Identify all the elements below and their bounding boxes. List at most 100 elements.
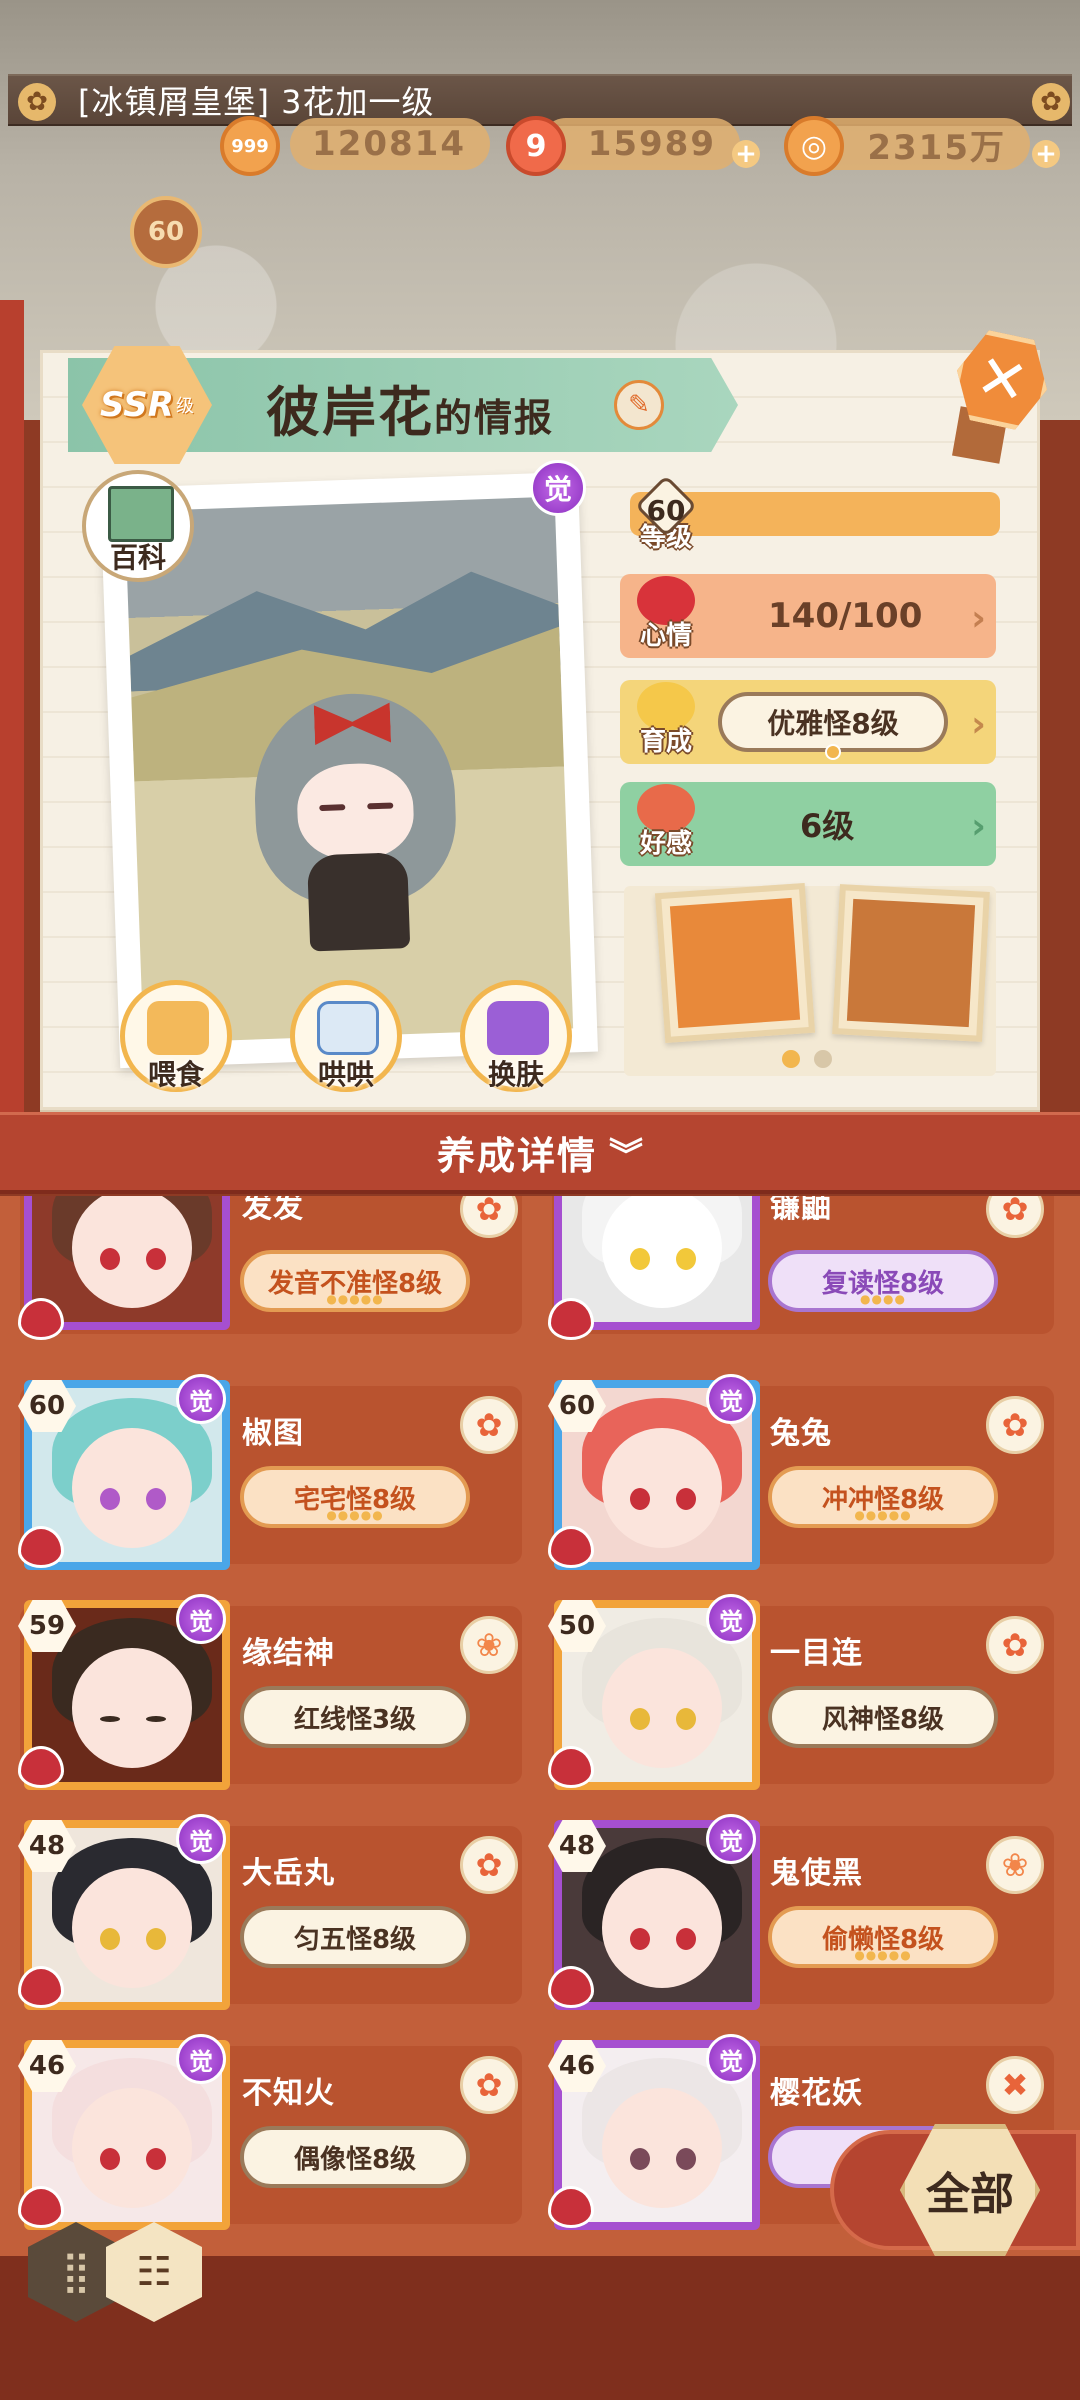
character-name: 一目连 — [770, 1636, 863, 1671]
resource-value-2: 15989 — [587, 124, 716, 164]
character-name: 大岳丸 — [242, 1856, 335, 1891]
character-name: 发发 — [242, 1196, 304, 1225]
affinity-badge: 好感 — [628, 784, 704, 860]
player-level-value: 60 — [147, 217, 185, 247]
heart-icon — [548, 1526, 594, 1568]
heart-icon — [548, 1746, 594, 1788]
encyclopedia-button[interactable]: 百科 — [82, 470, 194, 582]
cultivation-details-toggle[interactable]: 养成详情 ︾ — [0, 1112, 1080, 1194]
awaken-badge: 觉 — [176, 1814, 226, 1864]
add-resource-3-button[interactable]: + — [1032, 139, 1060, 169]
cookie-icon-count: 999 — [231, 135, 269, 157]
affinity-value: 6级 — [800, 807, 855, 845]
growth-value: 优雅怪8级 — [767, 707, 899, 740]
milk-carton-icon — [317, 1001, 379, 1055]
rarity-suffix: 级 — [175, 396, 194, 417]
character-name: 椒图 — [242, 1416, 304, 1451]
flower-icon[interactable]: ✿ — [986, 1396, 1044, 1454]
level-value: 60 — [646, 494, 686, 527]
awaken-badge: 觉 — [176, 2034, 226, 2084]
mood-value: 140/100 — [768, 596, 923, 636]
character-name-suffix: 的情报 — [434, 396, 555, 440]
title-pill: 红线怪3级 — [240, 1686, 470, 1748]
title-pill: 发音不准怪8级 ●●●●● — [240, 1250, 470, 1312]
flower-x-icon[interactable]: ✖ — [986, 2056, 1044, 2114]
title-pill: 风神怪8级 — [768, 1686, 998, 1748]
coin-icon: ◎ — [784, 116, 844, 176]
chevron-right-icon: › — [971, 704, 986, 745]
resource-value-1: 120814 — [312, 124, 466, 164]
item-card-frog[interactable] — [832, 884, 990, 1042]
growth-label: 育成 — [639, 727, 692, 757]
title-pill: 冲冲怪8级 ●●●●● — [768, 1466, 998, 1528]
character-sprite[interactable] — [240, 650, 470, 957]
chevron-right-icon: › — [971, 598, 986, 639]
title-pill: 偶像怪8级 — [240, 2126, 470, 2188]
heart-icon — [548, 1966, 594, 2008]
filter-all-label: 全部 — [926, 2169, 1014, 2220]
title-pill: 复读怪8级 ●●●● — [768, 1250, 998, 1312]
flower-bud-icon[interactable]: ❀ — [460, 1616, 518, 1674]
awaken-badge: 觉 — [706, 1814, 756, 1864]
flower-icon[interactable]: ✿ — [460, 2056, 518, 2114]
resource-bar-2: 15989 — [540, 118, 740, 170]
flower-icon[interactable]: ✿ — [460, 1836, 518, 1894]
book-icon — [108, 486, 174, 542]
character-name: 兔兔 — [770, 1416, 832, 1451]
flower-icon[interactable]: ✿ — [460, 1396, 518, 1454]
resource-bar-1: 120814 — [290, 118, 490, 170]
awaken-badge: 觉 — [176, 1594, 226, 1644]
character-name: 樱花妖 — [770, 2076, 863, 2111]
ticket-icon: 9 — [506, 116, 566, 176]
noodle-bowl-icon — [147, 1001, 209, 1055]
heart-icon — [18, 2186, 64, 2228]
page-dot[interactable] — [814, 1050, 832, 1068]
title-pill: 匀五怪8级 — [240, 1906, 470, 1968]
item-card-cake[interactable] — [654, 882, 816, 1044]
title-pill: 偷懒怪8级 ●●●●● — [768, 1906, 998, 1968]
awaken-badge: 觉 — [176, 1374, 226, 1424]
affinity-label: 好感 — [639, 829, 692, 859]
mood-badge: 心情 — [628, 576, 704, 652]
awaken-badge: 觉 — [706, 1374, 756, 1424]
growth-title-pill: 优雅怪8级 — [718, 692, 948, 760]
rename-button[interactable]: ✎ — [614, 380, 664, 430]
flower-bud-icon[interactable]: ❀ — [986, 1836, 1044, 1894]
growth-badge: 育成 — [628, 682, 704, 758]
awaken-badge: 觉 — [706, 2034, 756, 2084]
heart-icon — [18, 1966, 64, 2008]
character-name: 不知火 — [242, 2076, 335, 2111]
level-badge: 60 等级 — [628, 474, 704, 554]
character-grid[interactable]: 发发 ✿ 发音不准怪8级 ●●●●● 镰鼬 ✿ 复读怪8级 ●●●● 60 觉 椒图… — [0, 1196, 1080, 2256]
heart-icon — [18, 1298, 64, 1340]
character-name: 缘结神 — [242, 1636, 335, 1671]
flower-icon: ✿ — [1032, 83, 1070, 121]
feed-button[interactable]: 喂食 — [120, 980, 232, 1092]
awaken-badge: 觉 — [706, 1594, 756, 1644]
flower-icon[interactable]: ✿ — [986, 1616, 1044, 1674]
cultivation-details-label: 养成详情 — [436, 1134, 597, 1178]
change-skin-button[interactable]: 换肤 — [460, 980, 572, 1092]
cookie-icon: 999 — [220, 116, 280, 176]
title-pill: 宅宅怪8级 ●●●●● — [240, 1466, 470, 1528]
page-dot-active[interactable] — [782, 1050, 800, 1068]
encyclopedia-label: 百科 — [109, 541, 166, 574]
add-resource-2-button[interactable]: + — [732, 139, 760, 169]
heart-icon — [548, 2186, 594, 2228]
skin-icon — [487, 1001, 549, 1055]
change-skin-label: 换肤 — [487, 1058, 544, 1091]
heart-icon — [18, 1746, 64, 1788]
coax-button[interactable]: 哄哄 — [290, 980, 402, 1092]
character-title: 彼岸花的情报 — [266, 368, 554, 447]
awaken-badge: 觉 — [530, 460, 586, 516]
feed-label: 喂食 — [147, 1058, 204, 1091]
chevron-down-icon: ︾ — [609, 1136, 643, 1176]
heart-icon — [18, 1526, 64, 1568]
character-name: 彼岸花 — [266, 381, 434, 444]
book-edge — [0, 300, 24, 1120]
character-name: 鬼使黑 — [770, 1856, 863, 1891]
chevron-right-icon: › — [971, 806, 986, 847]
flower-icon: ✿ — [18, 83, 56, 121]
mood-label: 心情 — [639, 621, 692, 651]
rarity-text: SSR — [100, 385, 174, 425]
